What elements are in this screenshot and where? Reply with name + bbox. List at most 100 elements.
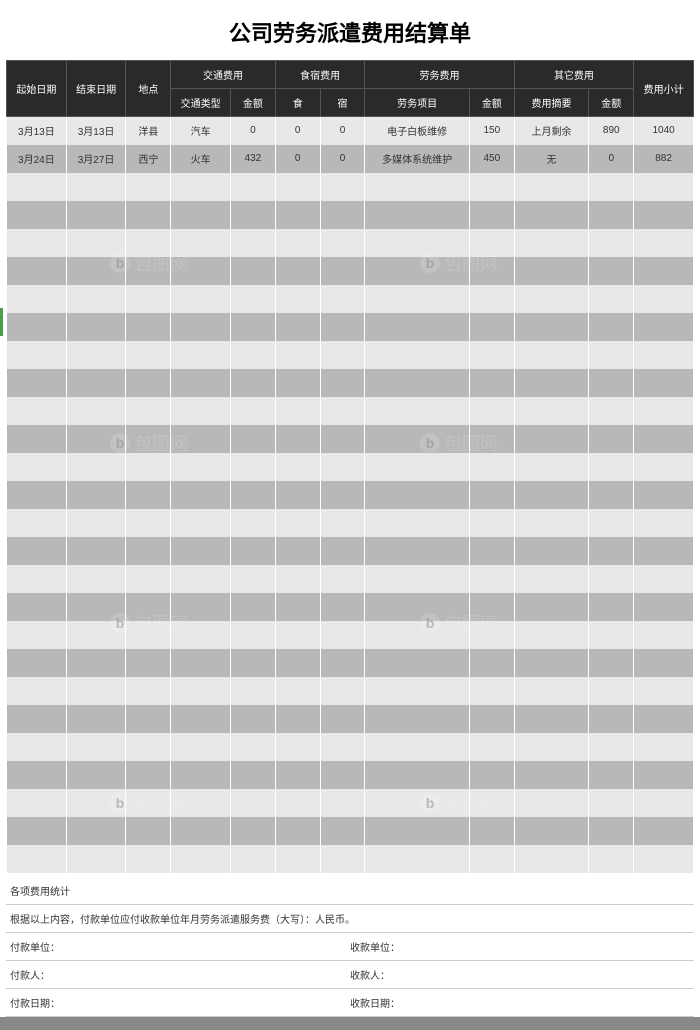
empty-cell <box>7 537 67 565</box>
empty-cell <box>171 341 231 369</box>
empty-cell <box>231 565 276 593</box>
empty-cell <box>589 257 634 285</box>
table-row-empty <box>7 705 694 733</box>
empty-cell <box>66 761 126 789</box>
empty-cell <box>275 397 320 425</box>
empty-cell <box>126 369 171 397</box>
empty-cell <box>589 817 634 845</box>
empty-cell <box>231 285 276 313</box>
empty-cell <box>275 453 320 481</box>
table-row-empty <box>7 733 694 761</box>
empty-cell <box>7 705 67 733</box>
empty-cell <box>365 565 470 593</box>
empty-cell <box>634 593 694 621</box>
empty-cell <box>66 285 126 313</box>
table-row-empty <box>7 845 694 873</box>
header-labor: 劳务费用 <box>365 61 514 89</box>
empty-cell <box>469 593 514 621</box>
empty-cell <box>7 481 67 509</box>
empty-cell <box>7 845 67 873</box>
header-lodging: 食宿费用 <box>275 61 365 89</box>
empty-cell <box>365 481 470 509</box>
cell-transport_type: 汽车 <box>171 117 231 145</box>
empty-cell <box>7 397 67 425</box>
empty-cell <box>275 789 320 817</box>
table-row-empty <box>7 565 694 593</box>
empty-cell <box>231 481 276 509</box>
cell-transport_amount: 0 <box>231 117 276 145</box>
empty-cell <box>231 621 276 649</box>
empty-cell <box>66 705 126 733</box>
empty-cell <box>66 425 126 453</box>
empty-cell <box>275 257 320 285</box>
table-row-empty <box>7 173 694 201</box>
empty-cell <box>275 369 320 397</box>
empty-cell <box>7 453 67 481</box>
cell-stay: 0 <box>320 145 365 173</box>
empty-cell <box>7 313 67 341</box>
empty-cell <box>126 621 171 649</box>
empty-cell <box>7 509 67 537</box>
empty-cell <box>171 593 231 621</box>
empty-cell <box>275 481 320 509</box>
table-row-empty <box>7 677 694 705</box>
cell-subtotal: 882 <box>634 145 694 173</box>
empty-cell <box>66 621 126 649</box>
empty-cell <box>171 621 231 649</box>
empty-cell <box>634 397 694 425</box>
cell-other_desc: 无 <box>514 145 589 173</box>
empty-cell <box>365 733 470 761</box>
table-row-empty <box>7 593 694 621</box>
empty-cell <box>365 845 470 873</box>
empty-cell <box>231 453 276 481</box>
empty-cell <box>589 229 634 257</box>
empty-cell <box>231 313 276 341</box>
cell-meal: 0 <box>275 145 320 173</box>
empty-cell <box>320 817 365 845</box>
empty-cell <box>514 285 589 313</box>
header-location: 地点 <box>126 61 171 117</box>
empty-cell <box>66 257 126 285</box>
empty-cell <box>514 453 589 481</box>
table-header: 起始日期 结束日期 地点 交通费用 食宿费用 劳务费用 其它费用 费用小计 交通… <box>7 61 694 117</box>
empty-cell <box>171 509 231 537</box>
empty-cell <box>589 173 634 201</box>
empty-cell <box>514 789 589 817</box>
empty-cell <box>7 229 67 257</box>
empty-cell <box>320 453 365 481</box>
cell-labor_amount: 150 <box>469 117 514 145</box>
empty-cell <box>7 649 67 677</box>
footer-section: 各项费用统计 根据以上内容，付款单位应付收款单位年月劳务派遣服务费（大写）：人民… <box>6 873 694 1017</box>
empty-cell <box>66 677 126 705</box>
empty-cell <box>589 761 634 789</box>
table-row: 3月24日3月27日西宁火车43200多媒体系统维护450无0882 <box>7 145 694 173</box>
empty-cell <box>126 313 171 341</box>
empty-cell <box>231 789 276 817</box>
empty-cell <box>634 425 694 453</box>
table-row-empty <box>7 621 694 649</box>
cell-other_amount: 0 <box>589 145 634 173</box>
empty-cell <box>126 481 171 509</box>
empty-cell <box>126 257 171 285</box>
table-row-empty <box>7 257 694 285</box>
table-row: 3月13日3月13日洋县汽车000电子白板维修150上月剩余8901040 <box>7 117 694 145</box>
empty-cell <box>320 425 365 453</box>
empty-cell <box>365 537 470 565</box>
empty-cell <box>634 257 694 285</box>
empty-cell <box>275 733 320 761</box>
empty-cell <box>589 453 634 481</box>
empty-cell <box>589 845 634 873</box>
empty-cell <box>275 565 320 593</box>
empty-cell <box>275 621 320 649</box>
header-labor-item: 劳务项目 <box>365 89 470 117</box>
empty-cell <box>320 341 365 369</box>
empty-cell <box>514 733 589 761</box>
footer-stats: 各项费用统计 <box>6 877 694 905</box>
empty-cell <box>231 369 276 397</box>
empty-cell <box>126 453 171 481</box>
cell-stay: 0 <box>320 117 365 145</box>
empty-cell <box>589 677 634 705</box>
empty-cell <box>171 537 231 565</box>
cell-transport_type: 火车 <box>171 145 231 173</box>
empty-cell <box>171 649 231 677</box>
